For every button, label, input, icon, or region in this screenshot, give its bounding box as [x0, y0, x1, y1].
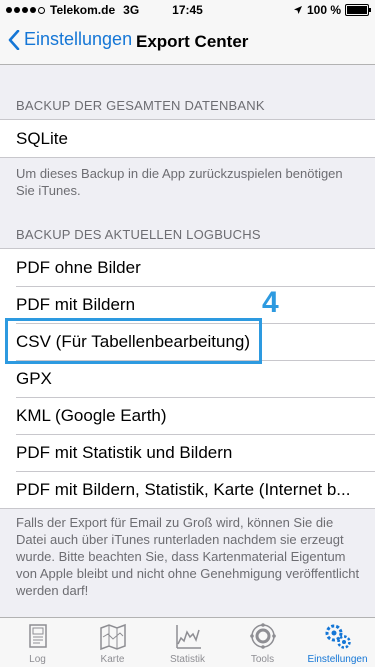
tab-label: Tools	[250, 654, 275, 665]
tools-icon	[249, 623, 276, 649]
back-button[interactable]: Einstellungen	[8, 29, 132, 50]
export-row-pdf-statistics-images[interactable]: PDF mit Statistik und Bildern	[0, 434, 375, 471]
tab-label: Einstellungen	[307, 654, 368, 665]
export-row-gpx[interactable]: GPX	[0, 360, 375, 397]
row-label: PDF ohne Bilder	[16, 258, 141, 277]
row-label: GPX	[16, 369, 52, 388]
navigation-bar: Einstellungen Export Center	[0, 20, 375, 65]
logbook-icon	[28, 624, 47, 648]
section-header-logbook: BACKUP DES AKTUELLEN LOGBUCHS	[16, 227, 261, 242]
tab-log[interactable]: Log	[0, 618, 75, 667]
tab-statistics[interactable]: Statistik	[150, 618, 225, 667]
chevron-left-icon	[8, 29, 20, 50]
row-label: SQLite	[16, 129, 68, 148]
export-row-pdf-no-images[interactable]: PDF ohne Bilder	[0, 249, 375, 286]
tab-tools[interactable]: Tools	[225, 618, 300, 667]
section-header-database: BACKUP DER GESAMTEN DATENBANK	[16, 98, 265, 113]
row-label: PDF mit Statistik und Bildern	[16, 443, 233, 462]
export-row-sqlite[interactable]: SQLite	[0, 120, 375, 157]
settings-icon	[325, 624, 351, 649]
tab-settings[interactable]: Einstellungen	[300, 618, 375, 667]
database-backup-group: SQLite	[0, 119, 375, 158]
row-label: PDF mit Bildern, Statistik, Karte (Inter…	[16, 480, 351, 499]
export-row-kml[interactable]: KML (Google Earth)	[0, 397, 375, 434]
export-row-pdf-full[interactable]: PDF mit Bildern, Statistik, Karte (Inter…	[0, 471, 375, 508]
location-arrow-icon	[293, 6, 302, 14]
database-backup-footnote: Um dieses Backup in die App zurückzuspie…	[16, 166, 343, 198]
tab-bar: Log Karte Statistik Tools Einstellungen	[0, 617, 375, 667]
step-marker: 4	[262, 286, 279, 319]
map-icon	[99, 623, 126, 651]
tab-label: Statistik	[169, 654, 205, 665]
page-title: Export Center	[136, 32, 249, 51]
back-button-label: Einstellungen	[24, 29, 133, 49]
row-label: KML (Google Earth)	[16, 406, 167, 425]
statistics-icon	[175, 625, 201, 649]
status-bar: Telekom.de 3G 17:45 100 %	[0, 0, 375, 20]
row-label: PDF mit Bildern	[16, 295, 136, 314]
logbook-backup-group: PDF ohne Bilder PDF mit Bildern CSV (Für…	[0, 248, 375, 509]
logbook-backup-footnote: Falls der Export für Email zu Groß wird,…	[16, 515, 360, 598]
battery-percent: 100 %	[306, 3, 341, 17]
tab-label: Karte	[100, 654, 125, 665]
battery-icon	[345, 4, 371, 16]
tab-label: Log	[29, 654, 46, 665]
status-right: 100 %	[293, 3, 371, 17]
csv-highlight-box	[5, 318, 262, 364]
battery-fill	[347, 6, 367, 14]
tab-map[interactable]: Karte	[75, 618, 150, 667]
